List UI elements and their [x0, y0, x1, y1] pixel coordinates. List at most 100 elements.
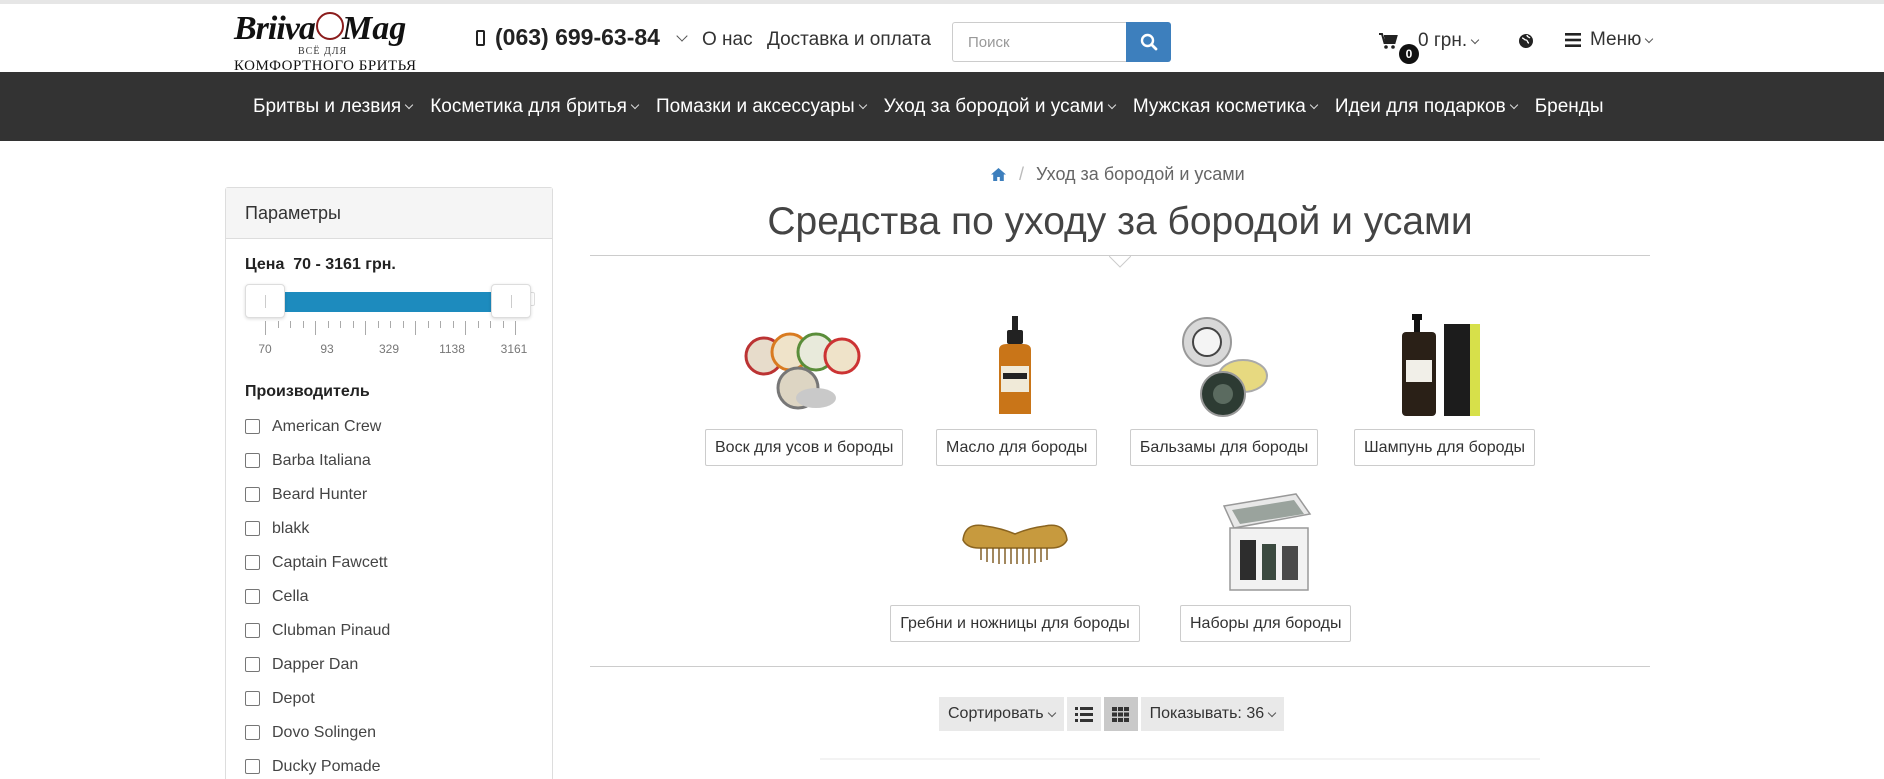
checkbox[interactable] [245, 691, 260, 706]
price-filter-label: Цена 70 - 3161 грн. [245, 256, 396, 274]
checkbox[interactable] [245, 657, 260, 672]
phone-dropdown[interactable]: (063) 699-63-84 [476, 24, 688, 51]
checkbox[interactable] [245, 521, 260, 536]
chevron-down-icon [676, 29, 688, 42]
manufacturer-label: Depot [272, 690, 315, 707]
category-card-oil[interactable]: Масло для бороды [936, 310, 1098, 466]
manufacturer-option[interactable]: American Crew [245, 418, 390, 452]
language-globe-icon[interactable] [1518, 33, 1534, 54]
slider-tick [440, 321, 441, 328]
checkbox[interactable] [245, 725, 260, 740]
category-card-sets[interactable]: Наборы для бороды [1180, 488, 1352, 642]
category-label[interactable]: Гребни и ножницы для бороды [890, 605, 1140, 642]
nav-item-label: Косметика для бритья [430, 95, 627, 117]
manufacturer-option[interactable]: blakk [245, 520, 390, 554]
category-label[interactable]: Бальзамы для бороды [1129, 429, 1319, 466]
category-label[interactable]: Масло для бороды [936, 429, 1098, 466]
cart-dropdown[interactable]: 0 0 грн. [1378, 30, 1480, 64]
sort-label: Сортировать [948, 705, 1044, 722]
chevron-down-icon [1470, 35, 1480, 44]
manufacturer-option[interactable]: Captain Fawcett [245, 554, 390, 588]
manufacturer-label: American Crew [272, 418, 382, 435]
home-icon[interactable] [990, 167, 1007, 182]
menu-button[interactable]: Меню [1565, 29, 1654, 51]
nav-item-razors[interactable]: Бритвы и лезвия [244, 96, 421, 118]
search-button[interactable] [1126, 22, 1171, 62]
category-label[interactable]: Шампунь для бороды [1354, 429, 1535, 466]
sort-dropdown[interactable]: Сортировать [939, 697, 1064, 731]
breadcrumb-current[interactable]: Уход за бородой и усами [1036, 164, 1245, 185]
nav-item-brushes[interactable]: Помазки и аксессуары [647, 96, 875, 118]
checkbox[interactable] [245, 555, 260, 570]
logo-word-1: Briiva [234, 10, 316, 47]
chevron-down-icon [858, 100, 867, 110]
manufacturer-option[interactable]: Barba Italiana [245, 452, 390, 486]
search-input[interactable] [952, 22, 1126, 62]
manufacturer-option[interactable]: Clubman Pinaud [245, 622, 390, 656]
slider-max-handle[interactable] [491, 284, 531, 318]
list-view-button[interactable] [1066, 697, 1101, 731]
about-link[interactable]: О нас [702, 29, 753, 51]
slider-tick [415, 321, 416, 335]
category-card-wax[interactable]: Воск для усов и бороды [705, 310, 904, 466]
logo-tagline-top: ВСЁ ДЛЯ [298, 46, 348, 57]
manufacturer-option[interactable]: Dovo Solingen [245, 724, 390, 758]
slider-tick [477, 321, 479, 328]
slider-tick [352, 321, 354, 328]
per-page-label: Показывать: 36 [1149, 705, 1265, 722]
checkbox[interactable] [245, 487, 260, 502]
manufacturer-option[interactable]: Ducky Pomade [245, 758, 390, 779]
slider-tick [402, 321, 404, 328]
manufacturer-filter-title: Производитель [245, 383, 370, 400]
category-label[interactable]: Наборы для бороды [1180, 605, 1352, 642]
delivery-link[interactable]: Доставка и оплата [767, 29, 931, 51]
nav-item-shaving-cosmetics[interactable]: Косметика для бритья [421, 96, 647, 118]
chevron-down-icon [1309, 100, 1319, 110]
manufacturer-option[interactable]: Dapper Dan [245, 656, 390, 690]
menu-label: Меню [1590, 29, 1642, 50]
slider-tick [515, 321, 516, 335]
checkbox[interactable] [245, 759, 260, 774]
category-label[interactable]: Воск для усов и бороды [705, 429, 904, 466]
beard-kit-box-image [1222, 493, 1312, 591]
grid-view-button[interactable] [1103, 697, 1138, 731]
checkbox[interactable] [245, 589, 260, 604]
per-page-dropdown[interactable]: Показывать: 36 [1140, 697, 1285, 731]
manufacturer-label: Cella [272, 588, 309, 605]
slider-tick [452, 321, 454, 328]
slider-tick [302, 321, 304, 328]
site-logo[interactable]: Briiva Mag ВСЁ ДЛЯ КОМФОРТНОГО БРИТЬЯ [234, 10, 448, 74]
slider-tick [490, 321, 491, 328]
slider-min-handle[interactable] [245, 284, 285, 318]
nav-item-label: Бритвы и лезвия [253, 95, 402, 117]
manufacturer-option[interactable]: Depot [245, 690, 390, 724]
breadcrumb: / Уход за бородой и усами [990, 164, 1245, 185]
checkbox[interactable] [245, 623, 260, 638]
nav-item-beard-care[interactable]: Уход за бородой и усами [875, 96, 1124, 118]
nav-item-brands[interactable]: Бренды [1526, 96, 1613, 118]
manufacturer-label: Barba Italiana [272, 452, 371, 469]
manufacturer-option[interactable]: Cella [245, 588, 390, 622]
manufacturer-label: Ducky Pomade [272, 758, 381, 775]
category-card-balm[interactable]: Бальзамы для бороды [1124, 310, 1324, 466]
nav-item-mens-cosmetics[interactable]: Мужская косметика [1124, 96, 1326, 118]
slider-tick [265, 321, 266, 335]
chevron-down-icon [404, 100, 414, 110]
manufacturer-option[interactable]: Beard Hunter [245, 486, 390, 520]
product-toolbar: Сортировать Показывать: 36 [939, 697, 1285, 731]
category-card-combs[interactable]: Гребни и ножницы для бороды [890, 488, 1140, 642]
logo-word-2: Mag [342, 10, 407, 47]
tick-label: 1138 [439, 342, 465, 356]
nav-item-gift-ideas[interactable]: Идеи для подарков [1326, 96, 1526, 118]
beard-shampoo-image [1402, 314, 1480, 416]
mobile-phone-icon [476, 29, 485, 46]
slider-tick [502, 321, 504, 328]
manufacturer-label: Dapper Dan [272, 656, 359, 673]
filter-panel-title: Параметры [226, 188, 552, 239]
price-range-slider[interactable] [245, 284, 535, 318]
category-card-shampoo[interactable]: Шампунь для бороды [1354, 310, 1535, 466]
cart-count-badge: 0 [1399, 44, 1419, 64]
slider-tick [327, 321, 329, 328]
checkbox[interactable] [245, 419, 260, 434]
checkbox[interactable] [245, 453, 260, 468]
